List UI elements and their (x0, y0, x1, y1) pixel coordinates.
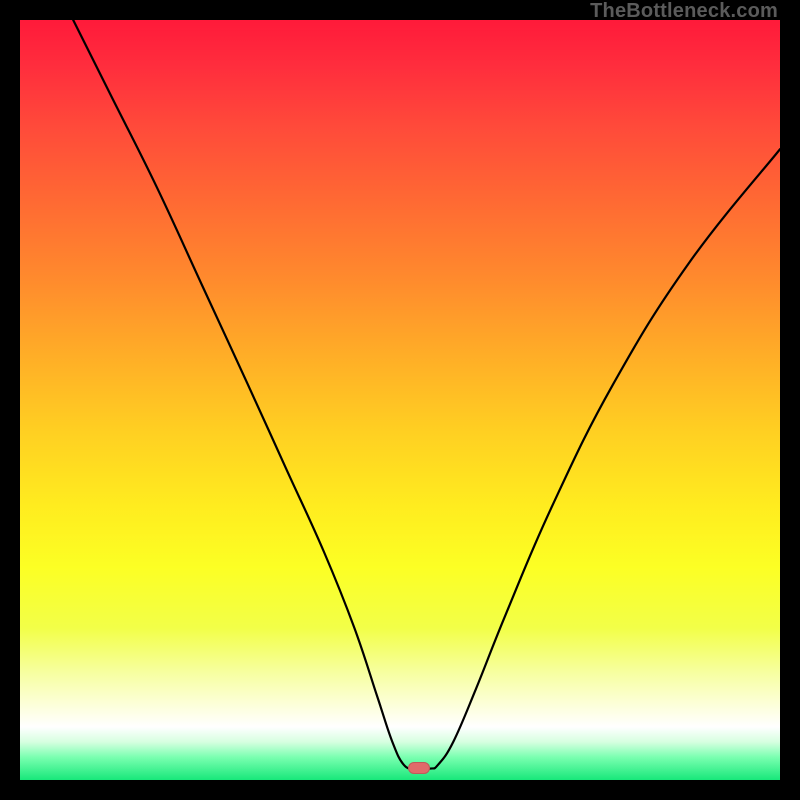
plot-area (20, 20, 780, 780)
optimal-marker (408, 762, 430, 774)
chart-frame: TheBottleneck.com (0, 0, 800, 800)
bottleneck-curve (73, 20, 780, 769)
curve-svg (20, 20, 780, 780)
